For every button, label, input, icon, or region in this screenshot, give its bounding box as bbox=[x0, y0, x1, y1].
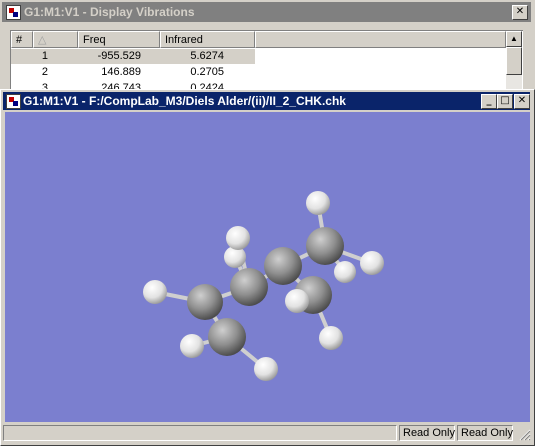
row-index: 2 bbox=[41, 66, 48, 78]
carbon-atom[interactable] bbox=[208, 318, 246, 356]
vibrations-table: # △ Freq Infrared 1 -955.529 5.6274 2 14… bbox=[10, 30, 523, 91]
molecule-close-button[interactable]: ✕ bbox=[514, 94, 530, 109]
status-pane-main bbox=[3, 425, 397, 441]
molecule-viewport[interactable] bbox=[5, 112, 530, 422]
close-icon: ✕ bbox=[517, 95, 527, 106]
vibrations-scrollbar[interactable]: ▲ bbox=[506, 31, 522, 91]
molecule-titlebar[interactable]: G1:M1:V1 - F:/CompLab_M3/Diels Alder/(ii… bbox=[3, 92, 530, 110]
gaussview-app-icon bbox=[6, 5, 21, 20]
vibrations-titlebar[interactable]: G1:M1:V1 - Display Vibrations ✕ bbox=[2, 2, 531, 22]
carbon-atom[interactable] bbox=[230, 268, 268, 306]
column-header-sort[interactable]: △ bbox=[33, 31, 78, 48]
hydrogen-atom[interactable] bbox=[226, 226, 250, 250]
molecule-render[interactable] bbox=[5, 112, 530, 422]
carbon-atom[interactable] bbox=[264, 247, 302, 285]
status-pane-readonly-2: Read Only bbox=[457, 425, 513, 441]
vibrations-window-title: G1:M1:V1 - Display Vibrations bbox=[24, 5, 195, 19]
scroll-up-button[interactable]: ▲ bbox=[506, 31, 522, 47]
sort-ascending-icon: △ bbox=[38, 34, 47, 46]
maximize-button[interactable]: □ bbox=[497, 94, 513, 109]
vibrations-window: G1:M1:V1 - Display Vibrations ✕ # △ Freq… bbox=[0, 0, 535, 92]
scroll-thumb[interactable] bbox=[506, 47, 522, 75]
minimize-button[interactable]: _ bbox=[481, 94, 497, 109]
status-bar: Read Only Read Only bbox=[3, 424, 532, 442]
column-header-infrared[interactable]: Infrared bbox=[160, 31, 255, 48]
hydrogen-atom[interactable] bbox=[360, 251, 384, 275]
molecule-window: G1:M1:V1 - F:/CompLab_M3/Diels Alder/(ii… bbox=[0, 89, 535, 446]
row-freq: 146.889 bbox=[101, 66, 141, 78]
hydrogen-atom[interactable] bbox=[285, 289, 309, 313]
vibrations-close-button[interactable]: ✕ bbox=[512, 5, 528, 20]
table-row[interactable]: 2 146.889 0.2705 bbox=[11, 65, 255, 80]
table-row[interactable]: 1 -955.529 5.6274 bbox=[11, 49, 255, 64]
hydrogen-atom[interactable] bbox=[319, 326, 343, 350]
column-header-empty bbox=[255, 31, 506, 48]
hydrogen-atom[interactable] bbox=[180, 334, 204, 358]
status-pane-readonly-1: Read Only bbox=[399, 425, 455, 441]
resize-grip-icon[interactable] bbox=[519, 429, 531, 441]
close-icon: ✕ bbox=[515, 6, 525, 17]
row-index: 1 bbox=[41, 50, 48, 62]
hydrogen-atom[interactable] bbox=[306, 191, 330, 215]
minimize-icon: _ bbox=[486, 95, 492, 106]
arrow-up-icon: ▲ bbox=[510, 34, 518, 43]
column-header-freq[interactable]: Freq bbox=[78, 31, 160, 48]
carbon-atom[interactable] bbox=[306, 227, 344, 265]
gaussview-app-icon bbox=[6, 94, 21, 109]
molecule-window-title: G1:M1:V1 - F:/CompLab_M3/Diels Alder/(ii… bbox=[23, 94, 346, 108]
maximize-icon: □ bbox=[500, 95, 510, 106]
hydrogen-atom[interactable] bbox=[254, 357, 278, 381]
hydrogen-atom[interactable] bbox=[334, 261, 356, 283]
row-infrared: 5.6274 bbox=[190, 50, 224, 62]
row-freq: -955.529 bbox=[97, 50, 141, 62]
atom-group bbox=[143, 191, 384, 381]
column-header-index[interactable]: # bbox=[11, 31, 33, 48]
carbon-atom[interactable] bbox=[187, 284, 223, 320]
row-infrared: 0.2705 bbox=[190, 66, 224, 78]
hydrogen-atom[interactable] bbox=[143, 280, 167, 304]
